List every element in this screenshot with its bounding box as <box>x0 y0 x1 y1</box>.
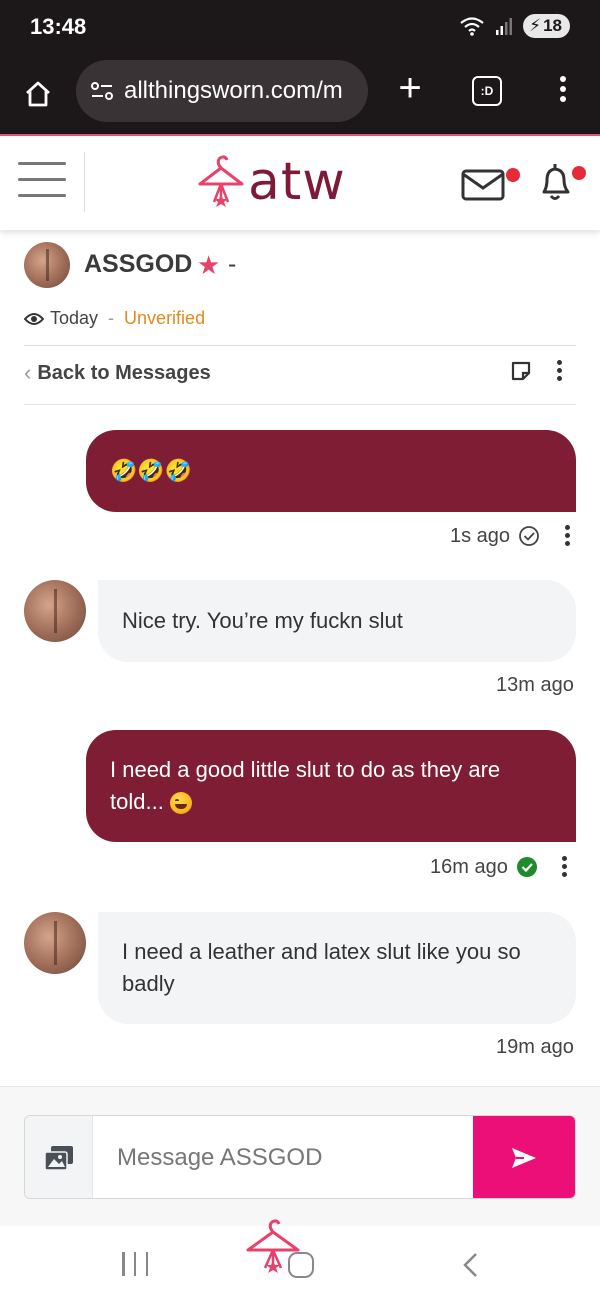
hamburger-menu-button[interactable] <box>18 162 66 202</box>
message-time: 16m ago <box>430 855 508 878</box>
status-bar: 13:48 ⚡ 18 <box>0 0 600 56</box>
message-bubble-outgoing: 🤣🤣🤣 <box>86 430 576 512</box>
message-text: Nice try. You’re my fuckn slut <box>122 608 403 633</box>
sent-check-icon <box>519 526 539 546</box>
site-logo[interactable]: atw <box>196 154 346 210</box>
browser-home-button[interactable] <box>18 74 58 114</box>
home-button[interactable] <box>288 1252 314 1278</box>
logo-text: atw <box>248 152 346 212</box>
toolbar-divider-line <box>24 404 576 405</box>
bell-icon <box>542 164 570 200</box>
new-tab-button[interactable]: + <box>390 68 430 110</box>
back-button[interactable] <box>458 1250 484 1280</box>
message-meta: 13m ago <box>496 674 574 697</box>
sender-avatar[interactable] <box>24 912 86 974</box>
browser-toolbar: allthingsworn.com/m + :D <box>0 56 600 136</box>
username-suffix: - <box>228 250 237 278</box>
user-avatar[interactable] <box>24 242 70 288</box>
chevron-left-icon: ‹ <box>24 360 32 385</box>
back-to-messages-link[interactable]: ‹ Back to Messages <box>24 360 211 386</box>
battery-level: 18 <box>543 16 562 35</box>
status-icons: ⚡ 18 <box>459 14 570 38</box>
message-meta: 1s ago <box>450 524 572 548</box>
message-content: I need a good little slut to do as they … <box>110 754 552 818</box>
message-composer-area <box>0 1086 600 1226</box>
last-seen: Today <box>50 308 99 328</box>
wink-emoji-icon <box>169 792 192 815</box>
message-bubble-incoming: Nice try. You’re my fuckn slut <box>98 580 576 662</box>
message-text: I need a good little slut to do as they … <box>110 757 501 814</box>
url-text: allthingsworn.com/m <box>124 77 343 104</box>
battery-indicator: ⚡ 18 <box>523 14 570 38</box>
signal-icon <box>496 18 513 35</box>
eye-icon <box>24 312 44 325</box>
note-icon[interactable] <box>510 360 532 382</box>
notifications-dot <box>572 166 586 180</box>
message-bubble-incoming: I need a leather and latex slut like you… <box>98 912 576 1024</box>
message-text: I need a leather and latex slut like you… <box>122 939 521 996</box>
battery-charging-icon: ⚡ <box>529 16 542 35</box>
message-options-button[interactable] <box>562 524 572 548</box>
header-divider <box>84 152 85 212</box>
conversation-options-button[interactable] <box>552 360 566 386</box>
star-icon: ★ <box>197 250 221 280</box>
meta-separator: - <box>108 308 115 328</box>
message-time: 13m ago <box>496 674 574 696</box>
back-label: Back to Messages <box>37 361 211 384</box>
username[interactable]: ASSGOD <box>84 250 192 279</box>
system-navigation-bar <box>0 1219 600 1300</box>
mail-icon <box>461 169 505 201</box>
user-meta: Today - Unverified <box>24 308 205 329</box>
message-bubble-outgoing: I need a good little slut to do as they … <box>86 730 576 842</box>
site-header: atw <box>0 138 600 230</box>
message-time: 19m ago <box>496 1036 574 1058</box>
notifications-button[interactable] <box>536 160 586 204</box>
tab-switcher-button[interactable]: :D <box>472 76 502 106</box>
status-time: 13:48 <box>30 14 87 39</box>
message-meta: 16m ago <box>430 855 570 879</box>
hanger-logo-icon <box>198 155 244 207</box>
send-icon <box>512 1148 536 1168</box>
attach-image-button[interactable] <box>25 1116 93 1198</box>
header-divider-line <box>24 345 576 346</box>
message-meta: 19m ago <box>496 1036 574 1059</box>
message-text: 🤣🤣🤣 <box>110 458 193 483</box>
home-icon <box>26 81 50 107</box>
verification-status: Unverified <box>124 308 206 328</box>
messages-notification-dot <box>506 168 520 182</box>
recent-apps-button[interactable] <box>122 1252 148 1276</box>
read-check-icon <box>516 857 537 877</box>
message-options-button[interactable] <box>560 855 570 879</box>
messages-button[interactable] <box>460 166 520 202</box>
message-input[interactable] <box>117 1138 467 1178</box>
wifi-icon <box>460 17 484 36</box>
sender-avatar[interactable] <box>24 580 86 642</box>
address-bar[interactable]: allthingsworn.com/m <box>76 60 368 122</box>
send-button[interactable] <box>473 1116 575 1198</box>
browser-menu-button[interactable] <box>548 72 578 112</box>
image-gallery-icon <box>43 1146 73 1171</box>
message-time: 1s ago <box>450 524 511 547</box>
message-composer <box>24 1115 576 1199</box>
site-settings-icon[interactable] <box>90 81 114 101</box>
